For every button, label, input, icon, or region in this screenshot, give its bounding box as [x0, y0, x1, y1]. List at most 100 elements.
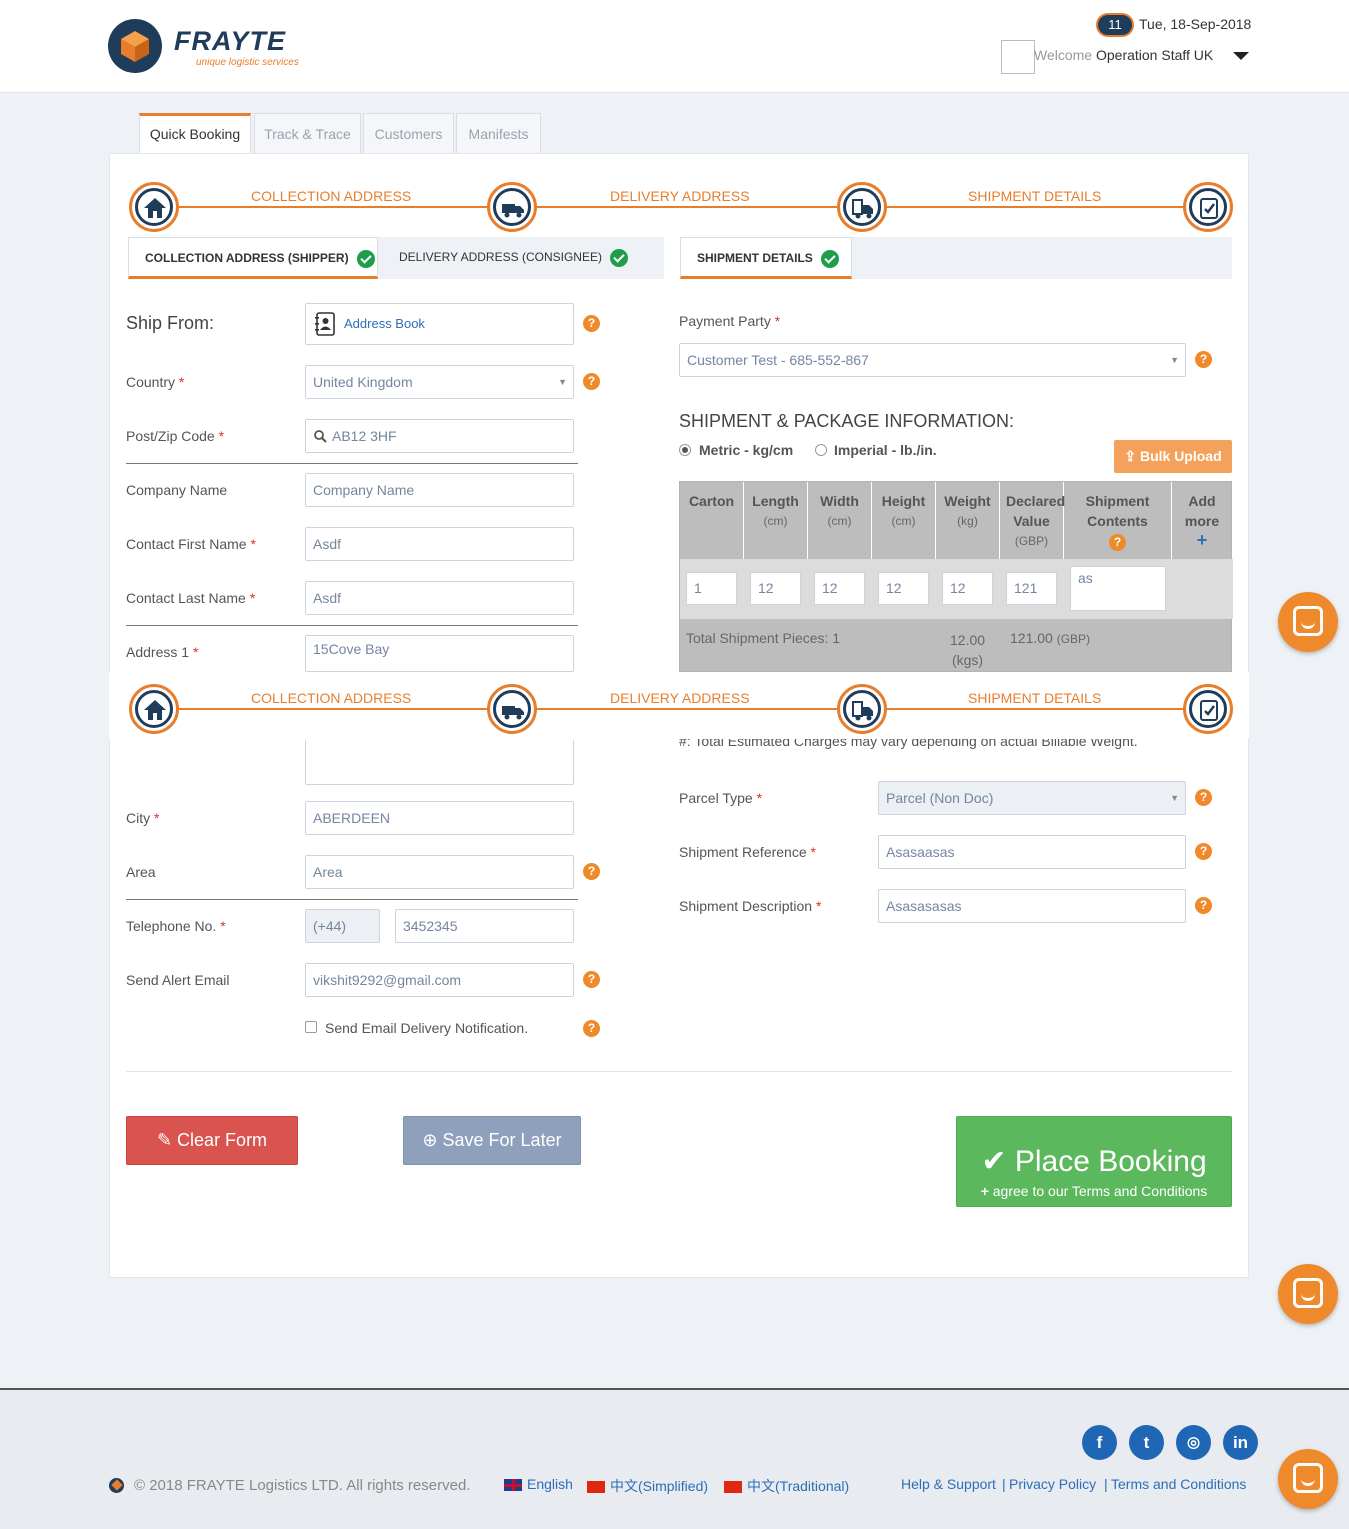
address-book-help-icon[interactable]: ?: [583, 315, 600, 332]
user-avatar[interactable]: [1001, 40, 1035, 74]
language-english-link[interactable]: English: [504, 1476, 573, 1492]
company-name-input[interactable]: Company Name: [305, 473, 574, 507]
area-help-icon[interactable]: ?: [583, 863, 600, 880]
step-collection-circle[interactable]: [129, 684, 179, 734]
step-line: [178, 708, 1188, 710]
welcome-text: Welcome Operation Staff UK: [1034, 47, 1213, 63]
col-add-more[interactable]: Add more +: [1172, 482, 1232, 559]
divider: [126, 1071, 1232, 1072]
tab-track-trace[interactable]: Track & Trace: [254, 113, 361, 154]
alert-email-help-icon[interactable]: ?: [583, 971, 600, 988]
contents-help-icon[interactable]: ?: [1109, 534, 1126, 551]
linkedin-icon[interactable]: in: [1223, 1425, 1258, 1460]
cn-flag-icon: [587, 1481, 605, 1494]
width-input[interactable]: 12: [814, 572, 865, 605]
first-name-input[interactable]: Asdf: [305, 527, 574, 561]
payment-party-select[interactable]: Customer Test - 685-552-867 ▼: [679, 343, 1186, 377]
chevron-down-icon: ▼: [558, 377, 567, 387]
country-value: United Kingdom: [313, 374, 413, 390]
tab-quick-booking[interactable]: Quick Booking: [139, 113, 251, 154]
subtab-delivery-address[interactable]: DELIVERY ADDRESS (CONSIGNEE): [383, 237, 633, 279]
contents-input[interactable]: as: [1070, 566, 1166, 611]
subtab-collection-address[interactable]: COLLECTION ADDRESS (SHIPPER): [128, 237, 378, 279]
area-input[interactable]: Area: [305, 855, 574, 889]
step-confirm-circle[interactable]: [1183, 182, 1233, 232]
divider: [126, 899, 578, 900]
bulk-upload-label: Bulk Upload: [1139, 448, 1222, 464]
shipment-reference-input[interactable]: Asasaasas: [878, 835, 1186, 869]
step-shipment-circle[interactable]: [837, 182, 887, 232]
bulk-upload-button[interactable]: ⇪ Bulk Upload: [1114, 440, 1232, 473]
privacy-policy-link[interactable]: Privacy Policy: [1009, 1476, 1096, 1492]
twitter-icon[interactable]: t: [1129, 1425, 1164, 1460]
carton-input[interactable]: 1: [686, 572, 737, 605]
height-input[interactable]: 12: [878, 572, 929, 605]
add-icon[interactable]: +: [1182, 531, 1222, 549]
step-line: [178, 206, 1188, 208]
alert-email-input[interactable]: vikshit9292@gmail.com: [305, 963, 574, 997]
step-delivery-circle[interactable]: [487, 684, 537, 734]
notification-badge[interactable]: 11: [1096, 13, 1134, 37]
address-book-icon: [315, 312, 335, 336]
last-name-input[interactable]: Asdf: [305, 581, 574, 615]
col-declared-value: Declared Value (GBP): [1000, 482, 1065, 559]
metric-radio[interactable]: [679, 444, 691, 456]
language-simplified-link[interactable]: 中文(Simplified): [587, 1476, 708, 1496]
subtab-collection-label: COLLECTION ADDRESS (SHIPPER): [145, 251, 349, 265]
plus-icon: +: [980, 1183, 989, 1199]
help-support-link[interactable]: Help & Support: [901, 1476, 996, 1492]
declared-value-input[interactable]: 121: [1006, 572, 1057, 605]
city-input[interactable]: ABERDEEN: [305, 801, 574, 835]
country-help-icon[interactable]: ?: [583, 373, 600, 390]
terms-link[interactable]: + agree to our Terms and Conditions: [957, 1183, 1231, 1199]
language-traditional-link[interactable]: 中文(Traditional): [724, 1476, 849, 1496]
company-label: Company Name: [126, 482, 228, 498]
clear-form-button[interactable]: ✎ Clear Form: [126, 1116, 298, 1165]
length-input[interactable]: 12: [750, 572, 801, 605]
parcel-type-value: Parcel (Non Doc): [886, 790, 994, 806]
top-header: FRAYTE unique logistic services 11 Tue, …: [0, 0, 1349, 93]
phone-number-input[interactable]: 3452345: [395, 909, 574, 943]
step-confirm-circle[interactable]: [1183, 684, 1233, 734]
imperial-radio[interactable]: [815, 444, 827, 456]
cn-flag-icon: [724, 1481, 742, 1494]
weight-input[interactable]: 12: [942, 572, 993, 605]
parcel-type-select[interactable]: Parcel (Non Doc) ▼: [878, 781, 1186, 815]
place-booking-button[interactable]: ✔ Place Booking + agree to our Terms and…: [956, 1116, 1232, 1207]
subtab-shipment-details[interactable]: SHIPMENT DETAILS: [680, 237, 852, 279]
address2-input[interactable]: [305, 740, 574, 785]
chat-launcher-icon[interactable]: [1278, 1264, 1338, 1324]
instagram-icon[interactable]: ◎: [1176, 1425, 1211, 1460]
notify-label: Send Email Delivery Notification.: [325, 1020, 529, 1036]
subtab-shipment-label: SHIPMENT DETAILS: [697, 251, 813, 265]
user-menu-chevron-down-icon[interactable]: [1233, 52, 1249, 60]
description-label: Shipment Description *: [679, 898, 822, 914]
user-name: Operation Staff UK: [1095, 47, 1214, 63]
address-book-button[interactable]: Address Book: [305, 303, 574, 345]
tab-manifests[interactable]: Manifests: [456, 113, 541, 154]
country-select[interactable]: United Kingdom ▼: [305, 365, 574, 399]
tab-customers[interactable]: Customers: [363, 113, 454, 154]
facebook-icon[interactable]: f: [1082, 1425, 1117, 1460]
step-delivery-circle[interactable]: [487, 182, 537, 232]
brand-logo-icon[interactable]: [108, 19, 162, 73]
reference-help-icon[interactable]: ?: [1195, 843, 1212, 860]
shipment-truck-icon: [852, 199, 873, 219]
step-shipment-circle[interactable]: [837, 684, 887, 734]
chat-launcher-icon[interactable]: [1278, 1449, 1338, 1509]
save-for-later-button[interactable]: ⊕ Save For Later: [403, 1116, 581, 1165]
shipment-description-input[interactable]: Asasasasas: [878, 889, 1186, 923]
terms-conditions-link[interactable]: Terms and Conditions: [1111, 1476, 1246, 1492]
chevron-down-icon: ▼: [1170, 355, 1179, 365]
col-width: Width (cm): [808, 482, 872, 559]
chat-launcher-icon[interactable]: [1278, 592, 1338, 652]
notify-checkbox[interactable]: [305, 1021, 317, 1033]
notify-help-icon[interactable]: ?: [583, 1020, 600, 1037]
step-collection-circle[interactable]: [129, 182, 179, 232]
parcel-type-help-icon[interactable]: ?: [1195, 789, 1212, 806]
payment-party-help-icon[interactable]: ?: [1195, 351, 1212, 368]
address1-input[interactable]: 15Cove Bay: [305, 635, 574, 672]
description-help-icon[interactable]: ?: [1195, 897, 1212, 914]
postcode-input[interactable]: AB12 3HF: [305, 419, 574, 453]
welcome-label: Welcome: [1034, 47, 1093, 63]
